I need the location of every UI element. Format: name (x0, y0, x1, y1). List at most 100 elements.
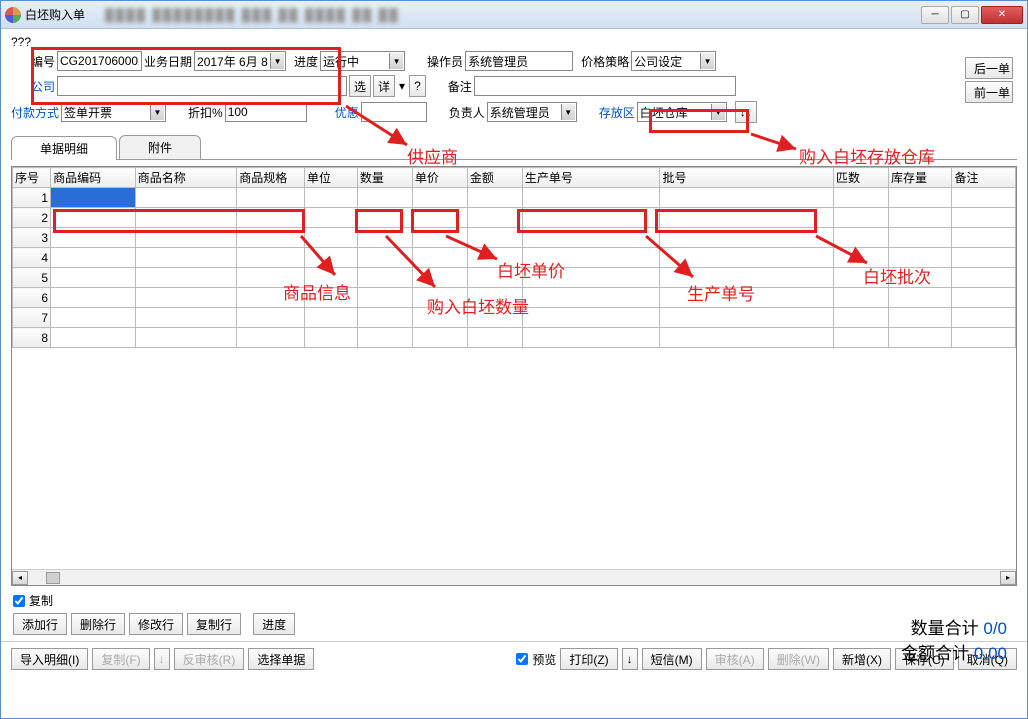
date-combo[interactable]: 2017年 6月 8▼ (194, 51, 286, 71)
grid-cell[interactable] (467, 328, 522, 348)
grid-cell[interactable] (833, 188, 888, 208)
grid-cell[interactable] (135, 208, 237, 228)
close-button[interactable]: ✕ (981, 6, 1023, 24)
grid-cell[interactable] (304, 248, 357, 268)
grid-cell[interactable] (833, 328, 888, 348)
grid-cell[interactable] (660, 188, 834, 208)
grid-cell[interactable] (51, 268, 136, 288)
grid-cell[interactable] (833, 228, 888, 248)
grid-cell[interactable] (660, 308, 834, 328)
grid-cell[interactable] (412, 328, 467, 348)
col-header[interactable]: 数量 (357, 168, 412, 188)
grid-cell[interactable] (467, 308, 522, 328)
company-input[interactable] (57, 76, 347, 96)
unaudit-button[interactable]: 反审核(R) (174, 648, 245, 670)
scroll-thumb[interactable] (46, 572, 60, 584)
grid-cell[interactable] (833, 208, 888, 228)
grid-cell[interactable] (467, 248, 522, 268)
grid-cell[interactable] (51, 308, 136, 328)
copy-checkbox[interactable] (13, 595, 25, 607)
select-button[interactable]: 选 (349, 75, 371, 97)
grid-cell[interactable] (952, 288, 1016, 308)
scroll-left-icon[interactable]: ◂ (12, 571, 28, 585)
grid-cell[interactable] (51, 228, 136, 248)
grid-cell[interactable] (522, 268, 660, 288)
grid-cell[interactable] (51, 328, 136, 348)
tab-attach[interactable]: 附件 (119, 135, 201, 159)
next-doc-button[interactable]: 后一单 (965, 57, 1013, 79)
grid-cell[interactable] (888, 228, 951, 248)
grid-cell[interactable] (357, 188, 412, 208)
grid-cell[interactable] (357, 288, 412, 308)
grid-cell[interactable] (522, 228, 660, 248)
col-header[interactable]: 批号 (660, 168, 834, 188)
grid-cell[interactable] (237, 308, 305, 328)
grid-cell[interactable] (467, 288, 522, 308)
minimize-button[interactable]: ─ (921, 6, 949, 24)
grid-cell[interactable] (357, 208, 412, 228)
grid-cell[interactable] (237, 188, 305, 208)
delete-button[interactable]: 删除(W) (768, 648, 829, 670)
col-header[interactable]: 库存量 (888, 168, 951, 188)
col-header[interactable]: 商品规格 (237, 168, 305, 188)
col-header[interactable]: 单价 (412, 168, 467, 188)
grid-cell[interactable] (135, 228, 237, 248)
grid-cell[interactable] (888, 288, 951, 308)
print-button[interactable]: 打印(Z) (560, 648, 617, 670)
col-header[interactable]: 单位 (304, 168, 357, 188)
code-input[interactable] (57, 51, 142, 71)
preview-checkbox[interactable] (516, 653, 528, 665)
grid-cell[interactable] (135, 248, 237, 268)
grid-cell[interactable] (833, 308, 888, 328)
grid-cell[interactable] (888, 248, 951, 268)
select-doc-button[interactable]: 选择单据 (248, 648, 314, 670)
grid-cell[interactable] (237, 228, 305, 248)
grid-cell[interactable] (357, 308, 412, 328)
grid-cell[interactable] (51, 248, 136, 268)
grid-cell[interactable] (412, 268, 467, 288)
grid-cell[interactable] (412, 288, 467, 308)
grid-cell[interactable] (237, 288, 305, 308)
grid-cell[interactable] (952, 308, 1016, 328)
grid-cell[interactable] (660, 248, 834, 268)
discount-input[interactable] (225, 102, 307, 122)
grid-cell[interactable] (888, 328, 951, 348)
grid-cell[interactable] (952, 208, 1016, 228)
grid-cell[interactable] (135, 268, 237, 288)
grid-cell[interactable] (135, 288, 237, 308)
grid-cell[interactable] (522, 208, 660, 228)
new-button[interactable]: 新增(X) (833, 648, 891, 670)
grid-cell[interactable] (888, 188, 951, 208)
scroll-right-icon[interactable]: ▸ (1000, 571, 1016, 585)
grid-cell[interactable] (304, 288, 357, 308)
grid-cell[interactable] (304, 208, 357, 228)
col-header[interactable]: 金额 (467, 168, 522, 188)
grid-cell[interactable] (888, 208, 951, 228)
grid-cell[interactable] (304, 308, 357, 328)
grid-cell[interactable] (304, 188, 357, 208)
payment-combo[interactable]: 签单开票▼ (61, 102, 166, 122)
grid-cell[interactable] (357, 248, 412, 268)
import-button[interactable]: 导入明细(I) (11, 648, 88, 670)
sort-button[interactable]: ↓↓ (735, 101, 757, 123)
grid-cell[interactable] (522, 188, 660, 208)
grid-cell[interactable] (952, 268, 1016, 288)
grid-cell[interactable] (237, 328, 305, 348)
grid-cell[interactable] (888, 268, 951, 288)
grid-cell[interactable] (412, 188, 467, 208)
grid-cell[interactable] (660, 288, 834, 308)
grid-cell[interactable] (135, 308, 237, 328)
grid-cell[interactable] (660, 328, 834, 348)
grid-cell[interactable] (237, 208, 305, 228)
grid-cell[interactable] (660, 228, 834, 248)
sms-button[interactable]: 短信(M) (642, 648, 702, 670)
col-header[interactable]: 备注 (952, 168, 1016, 188)
grid-cell[interactable] (135, 188, 237, 208)
grid-cell[interactable] (304, 328, 357, 348)
grid-hscrollbar[interactable]: ◂ ▸ (12, 569, 1016, 585)
grid-cell[interactable] (833, 248, 888, 268)
maximize-button[interactable]: ▢ (951, 6, 979, 24)
copy-footer-button[interactable]: 复制(F) (92, 648, 149, 670)
prev-doc-button[interactable]: 前一单 (965, 81, 1013, 103)
del-row-button[interactable]: 删除行 (71, 613, 125, 635)
